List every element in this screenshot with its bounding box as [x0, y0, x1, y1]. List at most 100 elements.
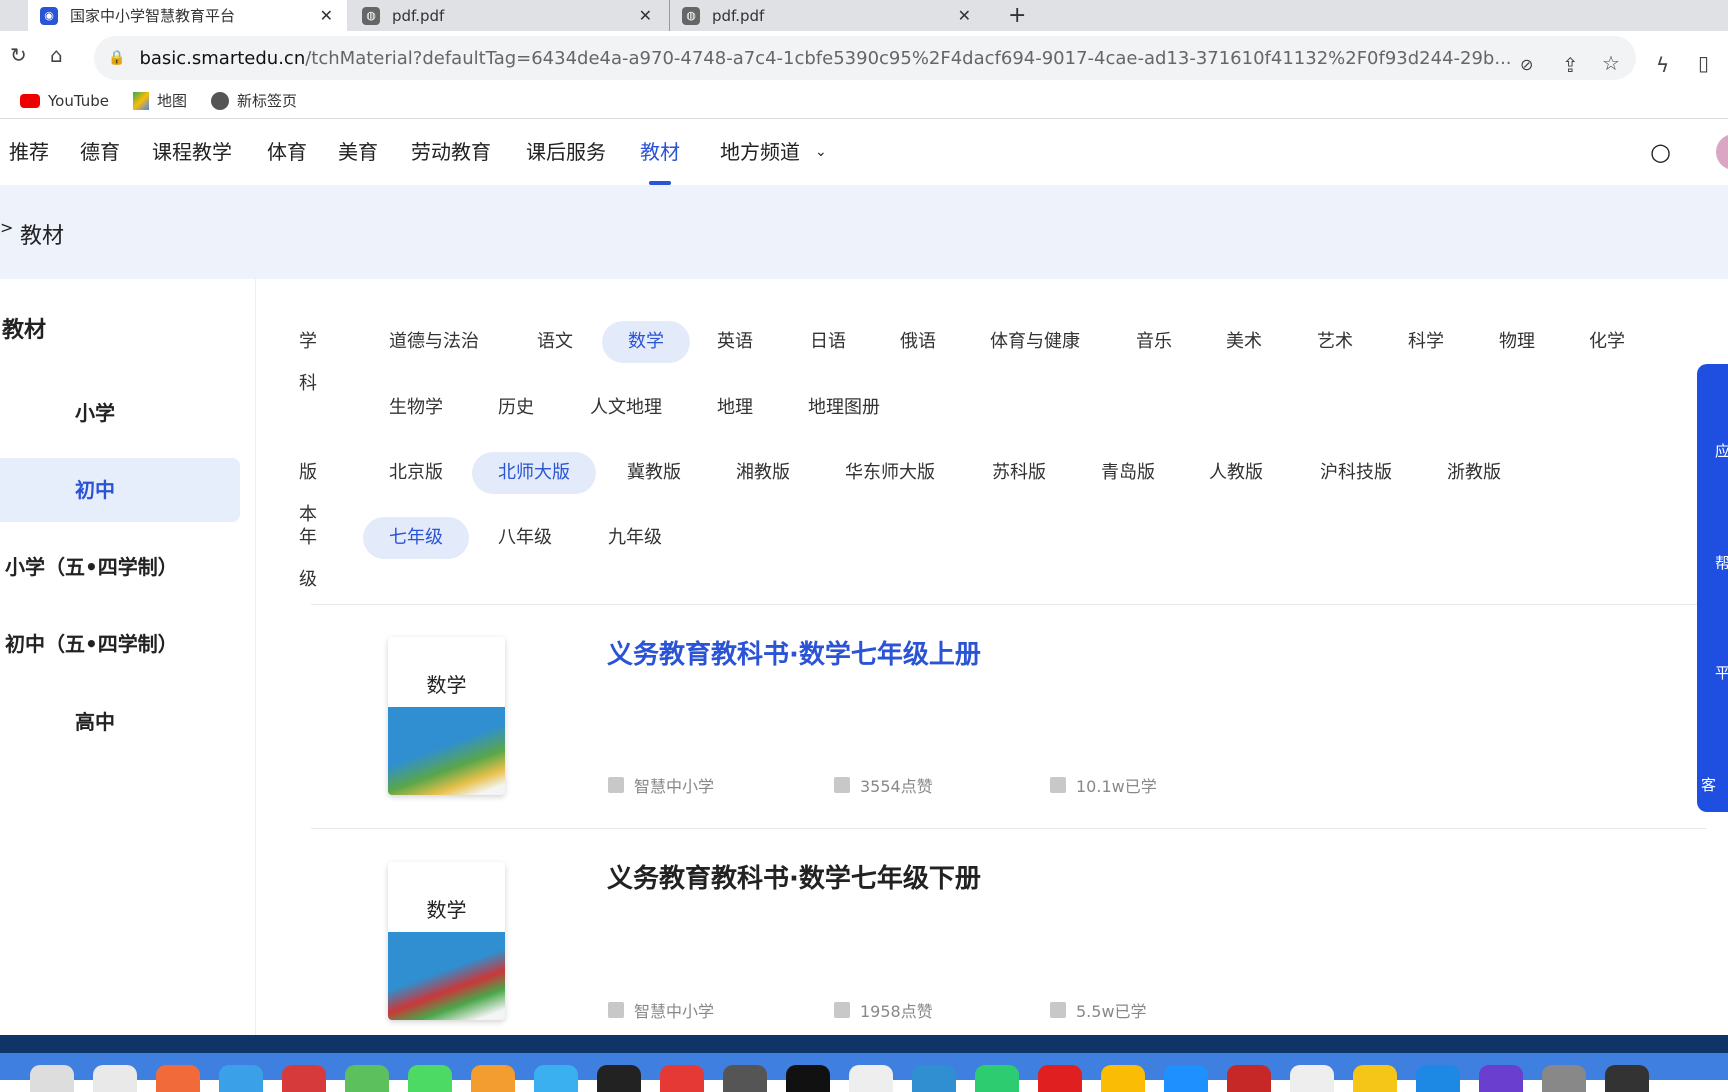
filter-option[interactable]: 人教版 — [1183, 452, 1289, 494]
tab-pdf-2[interactable]: ◍ pdf.pdf ✕ — [669, 0, 985, 31]
float-item-app[interactable]: 应 — [1715, 440, 1728, 461]
bookmark-youtube[interactable]: YouTube — [20, 92, 109, 110]
bookmark-new-tab[interactable]: 新标签页 — [211, 90, 297, 111]
filter-option[interactable]: 青岛版 — [1075, 452, 1181, 494]
filter-option[interactable]: 英语 — [691, 321, 779, 363]
filter-option[interactable]: 冀教版 — [601, 452, 707, 494]
dock-app-icon[interactable] — [471, 1065, 515, 1092]
filter-option[interactable]: 体育与健康 — [964, 321, 1106, 363]
new-tab-button[interactable]: + — [996, 0, 1026, 31]
float-item-service[interactable]: 客 — [1701, 774, 1716, 795]
avatar[interactable] — [1716, 134, 1728, 170]
close-tab-icon[interactable]: ✕ — [958, 6, 971, 25]
dock-app-icon[interactable] — [912, 1065, 956, 1092]
extensions-icon[interactable]: ϟ — [1656, 53, 1669, 77]
filter-option[interactable]: 化学 — [1563, 321, 1651, 363]
filter-option[interactable]: 俄语 — [874, 321, 962, 363]
bookmark-star-icon[interactable]: ☆ — [1602, 51, 1620, 75]
filter-option[interactable]: 道德与法治 — [363, 321, 505, 363]
chevron-down-icon[interactable]: ⌄ — [815, 120, 827, 185]
filter-option[interactable]: 华东师大版 — [819, 452, 961, 494]
filter-option[interactable]: 物理 — [1473, 321, 1561, 363]
nav-item[interactable]: 美育 — [338, 120, 378, 185]
filter-option[interactable]: 语文 — [511, 321, 599, 363]
dock-app-icon[interactable] — [345, 1065, 389, 1092]
nav-item-local[interactable]: 地方频道 — [720, 120, 800, 185]
filter-option[interactable]: 八年级 — [472, 517, 578, 559]
book-title[interactable]: 义务教育教科书·数学七年级下册 — [607, 858, 981, 895]
filter-option[interactable]: 艺术 — [1291, 321, 1379, 363]
dock-app-icon[interactable] — [282, 1065, 326, 1092]
dock-app-icon[interactable] — [1353, 1065, 1397, 1092]
dock-app-icon[interactable] — [660, 1065, 704, 1092]
sidebar-item-junior-54[interactable]: 初中（五•四学制） — [0, 612, 240, 676]
dock-app-icon[interactable] — [1542, 1065, 1586, 1092]
reload-icon[interactable]: ↻ — [10, 43, 27, 67]
filter-option[interactable]: 北师大版 — [472, 452, 596, 494]
filter-option[interactable]: 日语 — [784, 321, 872, 363]
dock-app-icon[interactable] — [723, 1065, 767, 1092]
dock-app-icon[interactable] — [1479, 1065, 1523, 1092]
dock-app-icon[interactable] — [1416, 1065, 1460, 1092]
nav-item[interactable]: 劳动教育 — [411, 120, 491, 185]
dock-app-icon[interactable] — [1038, 1065, 1082, 1092]
nav-item[interactable]: 德育 — [80, 120, 120, 185]
filter-option[interactable]: 沪科技版 — [1294, 452, 1418, 494]
dock-app-icon[interactable] — [597, 1065, 641, 1092]
filter-option[interactable]: 浙教版 — [1421, 452, 1527, 494]
sidebar-icon[interactable]: ▯ — [1698, 51, 1709, 75]
book-cover[interactable]: 数学 — [388, 637, 505, 795]
filter-option[interactable]: 湘教版 — [710, 452, 816, 494]
tab-pdf-1[interactable]: ◍ pdf.pdf ✕ — [350, 0, 666, 31]
filter-option[interactable]: 苏科版 — [966, 452, 1072, 494]
share-icon[interactable]: ⇪ — [1562, 53, 1579, 77]
float-item-platform[interactable]: 平 — [1715, 662, 1728, 683]
dock-app-icon[interactable] — [534, 1065, 578, 1092]
float-item-help[interactable]: 帮 — [1715, 552, 1728, 573]
sidebar-item-primary[interactable]: 小学 — [0, 381, 240, 445]
bookmark-maps[interactable]: 地图 — [133, 90, 187, 111]
dock-app-icon[interactable] — [408, 1065, 452, 1092]
dock-app-icon[interactable] — [156, 1065, 200, 1092]
sidebar-item-junior[interactable]: 初中 — [0, 458, 240, 522]
nav-item[interactable]: 课后服务 — [526, 120, 606, 185]
sidebar-item-primary-54[interactable]: 小学（五•四学制） — [0, 535, 240, 599]
nav-item[interactable]: 课程教学 — [152, 120, 232, 185]
dock-app-icon[interactable] — [219, 1065, 263, 1092]
dock-app-icon[interactable] — [786, 1065, 830, 1092]
book-title[interactable]: 义务教育教科书·数学七年级上册 — [607, 634, 981, 671]
filter-option[interactable]: 七年级 — [363, 517, 469, 559]
filter-option[interactable]: 历史 — [472, 387, 560, 429]
filter-option[interactable]: 数学 — [602, 321, 690, 363]
filter-option[interactable]: 美术 — [1200, 321, 1288, 363]
book-cover[interactable]: 数学 — [388, 862, 505, 1020]
dock-app-icon[interactable] — [849, 1065, 893, 1092]
sidebar-item-senior[interactable]: 高中 — [0, 690, 240, 754]
filter-option[interactable]: 人文地理 — [564, 387, 688, 429]
filter-option[interactable]: 九年级 — [582, 517, 688, 559]
search-icon[interactable]: ○ — [1650, 120, 1671, 185]
filter-option[interactable]: 生物学 — [363, 387, 469, 429]
dock-app-icon[interactable] — [1605, 1065, 1649, 1092]
address-bar[interactable]: 🔒 basic.smartedu.cn/tchMaterial?defaultT… — [94, 36, 1636, 80]
nav-item[interactable]: 体育 — [267, 120, 307, 185]
dock-app-icon[interactable] — [30, 1065, 74, 1092]
filter-option[interactable]: 音乐 — [1110, 321, 1198, 363]
dock-app-icon[interactable] — [975, 1065, 1019, 1092]
dock-app-icon[interactable] — [1101, 1065, 1145, 1092]
dock-app-icon[interactable] — [1290, 1065, 1334, 1092]
tab-smartedu[interactable]: ◉ 国家中小学智慧教育平台 ✕ — [28, 0, 347, 31]
close-tab-icon[interactable]: ✕ — [320, 6, 333, 25]
dock-app-icon[interactable] — [1227, 1065, 1271, 1092]
filter-option[interactable]: 北京版 — [363, 452, 469, 494]
filter-option[interactable]: 地理图册 — [782, 387, 906, 429]
nav-item[interactable]: 推荐 — [9, 120, 49, 185]
home-icon[interactable]: ⌂ — [50, 43, 63, 67]
dock-app-icon[interactable] — [1164, 1065, 1208, 1092]
nav-item-active[interactable]: 教材 — [640, 120, 680, 185]
filter-option[interactable]: 科学 — [1382, 321, 1470, 363]
filter-option[interactable]: 地理 — [691, 387, 779, 429]
close-tab-icon[interactable]: ✕ — [639, 6, 652, 25]
hidden-eye-icon[interactable]: ⊘ — [1520, 55, 1533, 74]
dock-app-icon[interactable] — [93, 1065, 137, 1092]
